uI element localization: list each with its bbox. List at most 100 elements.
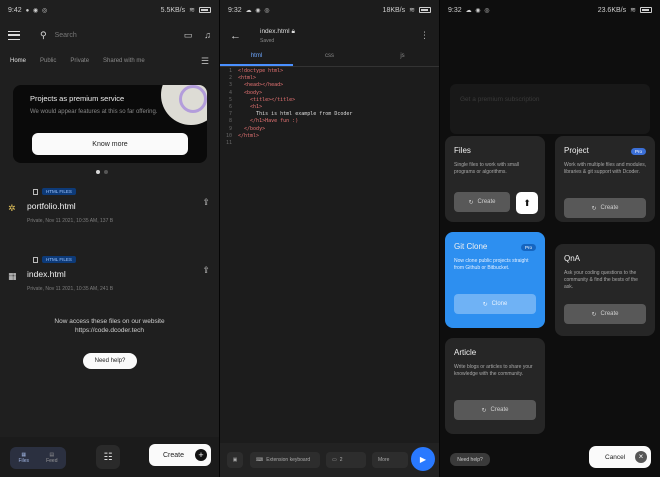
battery-icon [419, 7, 431, 13]
carousel-dot[interactable] [96, 170, 100, 174]
editor-toolbar: ▣ ⌨ Extension keyboard ▭ 2 More ▶ [220, 443, 439, 477]
code-line[interactable]: 5 <title></title> [220, 97, 439, 104]
qna-card[interactable]: QnA Ask your coding questions to the com… [555, 244, 655, 336]
code-line[interactable]: 3 <head></head> [220, 82, 439, 89]
back-arrow-icon[interactable]: ← [230, 30, 241, 42]
menu-icon[interactable] [8, 30, 20, 40]
network-speed: 5.5KB/s [160, 6, 186, 14]
nav-files-feed: ▦ Files ▤ Feed [10, 447, 66, 469]
code-line[interactable]: 1 <!doctype html> [220, 68, 439, 75]
git-clone-button[interactable]: ↻ Clone [454, 294, 536, 314]
website-link[interactable]: https://code.dcoder.tech [0, 327, 219, 336]
filter-icon[interactable]: ☰ [201, 56, 209, 67]
nav-files-label: Files [18, 458, 30, 464]
need-help-button[interactable]: Need help? [450, 453, 490, 466]
button-label: Create [600, 205, 619, 211]
file-meta: Private, Nov 11 2021, 10:35 AM, 241 B [27, 286, 114, 292]
upload-icon[interactable]: ⬆ [516, 192, 538, 214]
tab-js[interactable]: js [366, 53, 439, 66]
file-item[interactable]: ✲ HTML FILES portfolio.html Private, Nov… [0, 186, 219, 236]
card-description: Write blogs or articles to share your kn… [454, 364, 533, 377]
code-line[interactable]: 11 [220, 140, 439, 147]
dimmed-promo-text: Get a premium subscription [460, 96, 540, 103]
code-editor[interactable]: 1 <!doctype html> 2 <html> 3 <head></head> 4 … [220, 68, 439, 147]
create-label: Create [163, 451, 185, 459]
number-button[interactable]: ▭ 2 [326, 452, 366, 468]
git-clone-card[interactable]: Git Clone Pro Now clone public projects … [445, 232, 545, 328]
chat-icon[interactable]: ▭ [184, 30, 193, 41]
code-text: <body> [238, 89, 263, 96]
extension-keyboard-button[interactable]: ⌨ Extension keyboard [250, 452, 320, 468]
project-create-button[interactable]: ↻ Create [564, 198, 646, 218]
refresh-icon: ↻ [591, 311, 597, 318]
file-type-chip: HTML FILES [42, 256, 76, 263]
code-line[interactable]: 7 This is html example from Dcoder [220, 111, 439, 118]
cancel-label: Cancel [605, 453, 626, 461]
search-icon[interactable]: ⚲ [40, 30, 47, 41]
code-text: <html> [238, 75, 257, 82]
website-promo: Now access these files on our website ht… [0, 318, 219, 336]
carousel-dot[interactable] [104, 170, 108, 174]
tab-home[interactable]: Home [10, 58, 26, 64]
code-line[interactable]: 8 </h1>Have fun :) [220, 118, 439, 125]
more-vert-icon[interactable]: ⋮ [420, 30, 429, 41]
editor-file-title[interactable]: index.html 🔒︎ [260, 28, 295, 36]
battery-icon [199, 7, 211, 13]
more-button[interactable]: More [372, 452, 408, 468]
article-create-button[interactable]: ↻ Create [454, 400, 536, 420]
file-item[interactable]: ▦ HTML FILES index.html Private, Nov 11 … [0, 254, 219, 304]
qna-create-button[interactable]: ↻ Create [564, 304, 646, 324]
editor-header: ← index.html 🔒︎ Saved ⋮ [220, 24, 439, 52]
tab-public[interactable]: Public [40, 58, 56, 64]
run-play-icon[interactable]: ▶ [411, 447, 435, 471]
share-icon[interactable]: ⇪ [202, 265, 210, 276]
dimmed-promo: Get a premium subscription [450, 84, 650, 134]
project-card[interactable]: Project Pro Work with multiple files and… [555, 136, 655, 222]
line-number: 6 [228, 104, 232, 111]
wifi-icon: ≋ [189, 7, 195, 14]
line-number: 1 [228, 68, 232, 74]
code-text: <!doctype html> [238, 68, 284, 74]
code-line[interactable]: 9 </body> [220, 126, 439, 133]
code-text: <title></title> [238, 96, 296, 103]
create-screen: 9:32 ☁ ◉ ◎ 23.6KB/s ≋ Get a premium subs… [440, 0, 660, 477]
status-time: 9:42 [8, 6, 22, 14]
know-more-button[interactable]: Know more [32, 133, 188, 155]
code-line[interactable]: 10 </html> [220, 133, 439, 140]
home-screen: 9:42 ● ◉ ◎ 5.5KB/s ≋ ⚲ Search ▭ ♫ Home P… [0, 0, 219, 477]
files-card[interactable]: Files Single files to work with small pr… [445, 136, 545, 222]
nav-feed-label: Feed [46, 458, 58, 464]
search-placeholder[interactable]: Search [55, 32, 77, 39]
wifi-icon: ≋ [409, 7, 415, 14]
bottom-nav: ▦ Files ▤ Feed ☷ Create + [0, 437, 219, 477]
card-description: Single files to work with small programs… [454, 162, 520, 175]
code-line[interactable]: 4 <body> [220, 90, 439, 97]
tab-private[interactable]: Private [70, 58, 89, 64]
tab-html[interactable]: html [220, 53, 293, 66]
tab-css[interactable]: css [293, 53, 366, 66]
button-label: Clone [491, 301, 508, 307]
list-icon[interactable]: ☷ [96, 445, 120, 469]
network-speed: 18KB/s [382, 6, 406, 14]
code-text: <head></head> [238, 82, 284, 89]
files-create-button[interactable]: ↻ Create [454, 192, 510, 212]
notification-icons: ☁ ◉ ◎ [245, 7, 271, 14]
editor-screen: 9:32 ☁ ◉ ◎ 18KB/s ≋ ← index.html 🔒︎ Save… [220, 0, 439, 477]
nav-files[interactable]: ▦ Files [19, 452, 30, 464]
code-line[interactable]: 6 <h1> [220, 104, 439, 111]
cancel-button[interactable]: Cancel × [589, 446, 651, 468]
share-icon[interactable]: ⇪ [202, 197, 210, 208]
article-card[interactable]: Article Write blogs or articles to share… [445, 338, 545, 434]
button-label: Create [490, 407, 509, 413]
code-line[interactable]: 2 <html> [220, 75, 439, 82]
image-icon[interactable]: ▣ [227, 452, 243, 468]
need-help-button[interactable]: Need help? [83, 353, 137, 369]
card-title: QnA [564, 254, 581, 263]
status-time: 9:32 [228, 6, 242, 14]
line-number: 9 [228, 125, 232, 132]
pro-badge: Pro [630, 148, 646, 155]
tab-shared[interactable]: Shared with me [103, 58, 145, 64]
create-button[interactable]: Create + [149, 444, 211, 466]
notification-bell-icon[interactable]: ♫ [204, 30, 211, 41]
nav-feed[interactable]: ▤ Feed [46, 452, 57, 464]
